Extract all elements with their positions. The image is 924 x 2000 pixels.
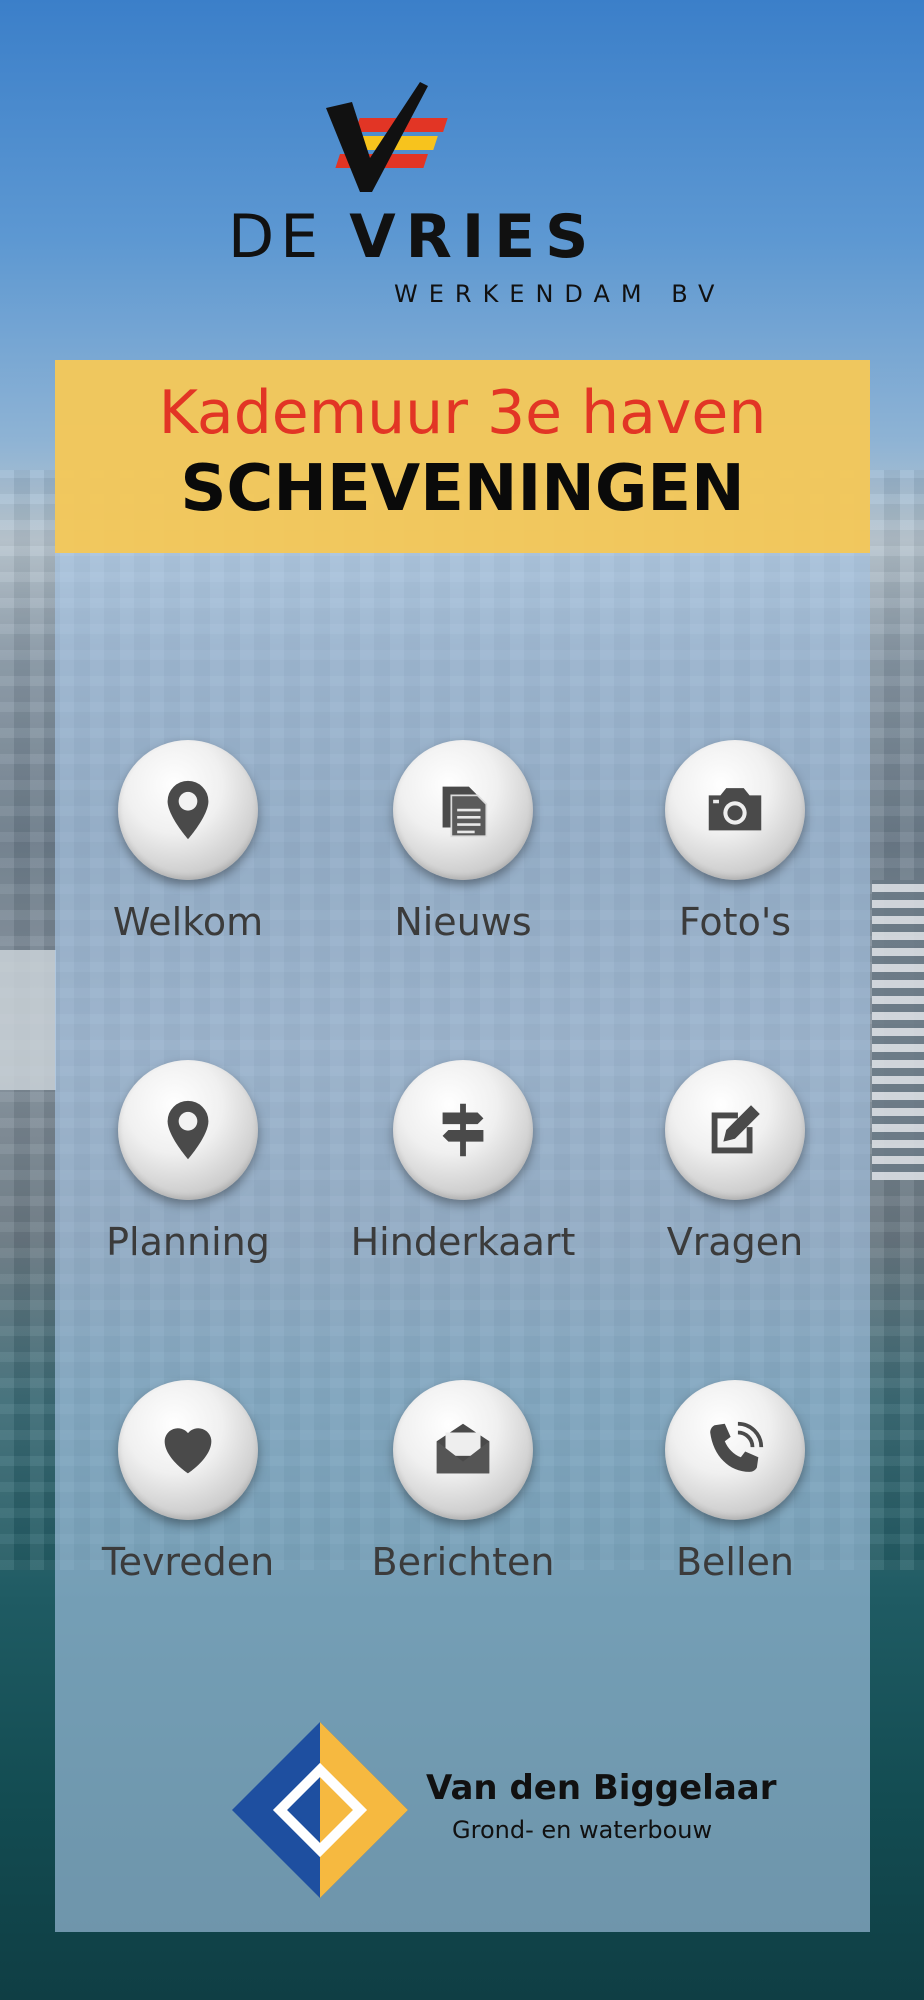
menu-label: Vragen: [666, 1220, 804, 1264]
menu-label: Nieuws: [394, 900, 532, 944]
location-pin-icon: [167, 1100, 209, 1160]
menu-label: Tevreden: [101, 1540, 275, 1584]
menu-item-nieuws[interactable]: Nieuws: [333, 740, 593, 944]
menu-label: Welkom: [112, 900, 264, 944]
menu-item-fotos[interactable]: Foto's: [605, 740, 865, 944]
menu-item-welkom[interactable]: Welkom: [58, 740, 318, 944]
logo-subtitle: WERKENDAM BV: [394, 280, 726, 308]
menu-label: Bellen: [675, 1540, 795, 1584]
menu-button-circle[interactable]: [118, 1380, 258, 1520]
edit-icon: [711, 1105, 760, 1154]
menu-button-circle[interactable]: [393, 1380, 533, 1520]
menu-item-tevreden[interactable]: Tevreden: [58, 1380, 318, 1584]
menu-button-circle[interactable]: [665, 1380, 805, 1520]
menu-label: Foto's: [678, 900, 792, 944]
menu-item-planning[interactable]: Planning: [58, 1060, 318, 1264]
checkmark-logo-icon: [326, 82, 448, 192]
location-pin-icon: [167, 780, 209, 840]
de-vries-logo: DE VRIES WERKENDAM BV: [228, 80, 788, 310]
menu-item-hinderkaart[interactable]: Hinderkaart: [333, 1060, 593, 1264]
menu-label: Berichten: [371, 1540, 555, 1584]
menu-button-circle[interactable]: [118, 1060, 258, 1200]
logo-wordmark: DE VRIES: [228, 202, 598, 272]
menu-label: Planning: [106, 1220, 270, 1264]
signpost-icon: [442, 1103, 484, 1157]
logo-name-light: DE: [228, 202, 325, 272]
background-building-left: [0, 950, 56, 1090]
menu-button-circle[interactable]: [665, 740, 805, 880]
phone-icon: [710, 1421, 764, 1472]
menu-label: Hinderkaart: [350, 1220, 576, 1264]
menu-button-circle[interactable]: [118, 740, 258, 880]
heart-icon: [164, 1428, 212, 1474]
menu-item-berichten[interactable]: Berichten: [333, 1380, 593, 1584]
project-title: Kademuur 3e haven: [158, 378, 767, 448]
menu-item-bellen[interactable]: Bellen: [605, 1380, 865, 1584]
menu-button-circle[interactable]: [393, 740, 533, 880]
documents-icon: [442, 786, 488, 838]
camera-icon: [708, 788, 762, 831]
partner-name: Van den Biggelaar: [426, 1768, 777, 1808]
project-location: SCHEVENINGEN: [180, 452, 745, 526]
biggelaar-diamond-icon: [232, 1722, 408, 1898]
menu-button-circle[interactable]: [393, 1060, 533, 1200]
menu-button-circle[interactable]: [665, 1060, 805, 1200]
partner-tagline: Grond- en waterbouw: [452, 1816, 713, 1844]
mail-icon: [436, 1423, 490, 1474]
partner-logo: Van den Biggelaar Grond- en waterbouw: [230, 1720, 790, 1900]
logo-name-bold: VRIES: [349, 202, 599, 272]
background-tower-right: [872, 880, 924, 1180]
menu-item-vragen[interactable]: Vragen: [605, 1060, 865, 1264]
